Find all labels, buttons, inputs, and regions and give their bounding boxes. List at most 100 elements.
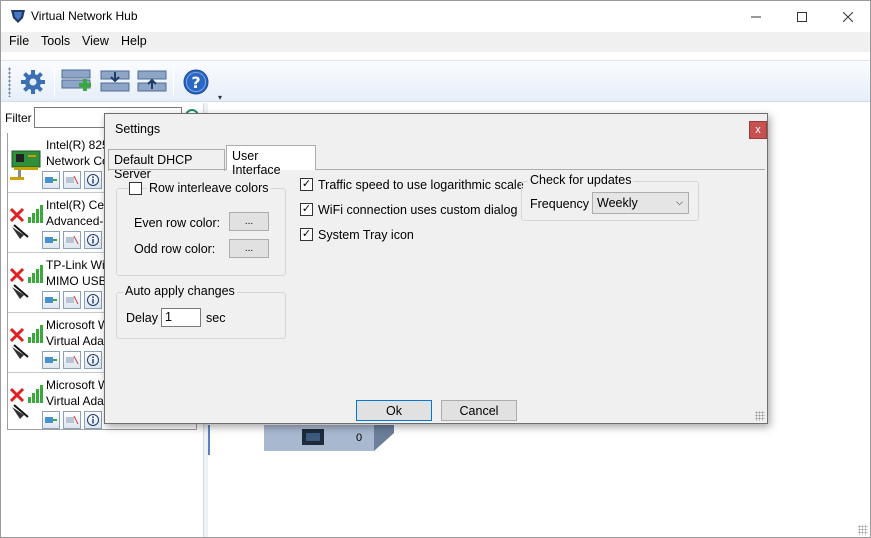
plug-connect-icon — [45, 297, 57, 303]
toolbar: ? ▾ — [1, 60, 870, 102]
info-icon — [87, 174, 99, 186]
even-row-color-button[interactable]: ... — [229, 212, 269, 231]
add-adapter-button[interactable] — [61, 66, 93, 98]
info-icon — [87, 294, 99, 306]
close-icon — [843, 11, 853, 22]
settings-button[interactable] — [17, 66, 49, 98]
resize-grip[interactable] — [858, 525, 868, 535]
check-updates-legend: Check for updates — [528, 173, 634, 187]
toolbar-separator — [54, 67, 55, 97]
disconnect-button[interactable] — [63, 351, 81, 369]
plug-connect-icon — [45, 357, 57, 363]
log-scale-checkbox[interactable]: ✓ — [300, 178, 313, 191]
import-button[interactable] — [99, 66, 131, 98]
auto-apply-group: Auto apply changes Delay 1 sec — [116, 284, 286, 339]
plug-connect-icon — [45, 177, 57, 183]
toolbar-separator — [173, 67, 174, 97]
hub-node[interactable] — [264, 425, 394, 451]
settings-dialog: Settings x Default DHCP Server User Inte… — [104, 113, 768, 424]
tab-underline — [108, 169, 765, 170]
plug-disconnect-icon — [66, 415, 79, 425]
info-button[interactable] — [84, 291, 102, 309]
info-icon — [87, 354, 99, 366]
maximize-button[interactable] — [779, 1, 825, 32]
disconnect-button[interactable] — [63, 411, 81, 429]
delay-unit: sec — [206, 311, 226, 325]
info-button[interactable] — [84, 351, 102, 369]
connection-line — [208, 425, 210, 455]
auto-apply-legend: Auto apply changes — [123, 284, 237, 298]
settings-icon — [21, 70, 45, 94]
cancel-button[interactable]: Cancel — [441, 400, 517, 421]
plug-connect-icon — [45, 417, 57, 423]
dialog-close-button[interactable]: x — [749, 121, 767, 139]
info-icon — [87, 414, 99, 426]
ok-button[interactable]: Ok — [356, 400, 432, 421]
hub-port-count: 0 — [356, 432, 363, 444]
menu-view[interactable]: View — [82, 34, 109, 48]
filter-label: Filter — [5, 111, 32, 125]
delay-label: Delay — [126, 311, 158, 325]
toolbar-overflow-button[interactable]: ▾ — [218, 93, 222, 102]
minimize-icon — [751, 16, 761, 17]
help-icon: ? — [183, 69, 209, 95]
disconnect-button[interactable] — [63, 231, 81, 249]
wifi-adapter-disconnected-icon — [10, 265, 43, 299]
info-button[interactable] — [84, 411, 102, 429]
system-tray-checkbox[interactable]: ✓ — [300, 228, 313, 241]
chevron-down-icon: ⌵ — [676, 197, 683, 207]
disconnect-button[interactable] — [63, 291, 81, 309]
network-card-icon — [10, 150, 41, 180]
disconnect-button[interactable] — [63, 171, 81, 189]
odd-row-label: Odd row color: — [134, 242, 216, 256]
connect-button[interactable] — [42, 231, 60, 249]
wifi-custom-dialog-label: WiFi connection uses custom dialog — [318, 203, 518, 217]
info-icon — [87, 234, 99, 246]
menu-help[interactable]: Help — [121, 34, 147, 48]
import-icon — [100, 70, 130, 92]
odd-row-color-button[interactable]: ... — [229, 239, 269, 258]
toolbar-grip[interactable] — [8, 67, 11, 97]
export-button[interactable] — [136, 66, 168, 98]
connect-button[interactable] — [42, 171, 60, 189]
frequency-value: Weekly — [597, 196, 638, 210]
menu-file[interactable]: File — [9, 34, 29, 48]
window-title: Virtual Network Hub — [31, 9, 138, 23]
frequency-label: Frequency — [530, 197, 590, 211]
even-row-label: Even row color: — [134, 216, 221, 230]
wifi-custom-dialog-checkbox[interactable]: ✓ — [300, 203, 313, 216]
plug-connect-icon — [45, 237, 57, 243]
plug-disconnect-icon — [66, 355, 79, 365]
tab-default-dhcp-server[interactable]: Default DHCP Server — [108, 149, 225, 181]
row-interleave-checkbox[interactable] — [129, 182, 142, 195]
check-updates-group: Check for updates Frequency Weekly ⌵ — [521, 173, 699, 221]
help-button[interactable]: ? — [180, 66, 212, 98]
menu-bar: File Tools View Help — [1, 32, 870, 52]
delay-input[interactable]: 1 — [161, 308, 201, 327]
plug-disconnect-icon — [66, 235, 79, 245]
close-button[interactable] — [825, 1, 870, 32]
export-icon — [137, 70, 167, 92]
plug-disconnect-icon — [66, 175, 79, 185]
dialog-title: Settings — [115, 122, 161, 136]
menu-tools[interactable]: Tools — [41, 34, 70, 48]
tab-user-interface[interactable]: User Interface — [226, 145, 316, 177]
frequency-select[interactable]: Weekly ⌵ — [592, 192, 689, 214]
wifi-adapter-disconnected-icon — [10, 205, 43, 239]
minimize-button[interactable] — [733, 1, 779, 32]
row-interleave-label: Row interleave colors — [147, 181, 271, 195]
info-button[interactable] — [84, 231, 102, 249]
connect-button[interactable] — [42, 411, 60, 429]
title-bar: Virtual Network Hub — [1, 1, 870, 32]
dialog-resize-grip[interactable] — [755, 411, 765, 421]
add-adapter-icon — [61, 69, 91, 91]
wifi-adapter-disconnected-icon — [10, 385, 43, 419]
row-interleave-group: Row interleave colors Even row color: ..… — [116, 181, 286, 276]
connect-button[interactable] — [42, 291, 60, 309]
app-logo-icon — [11, 10, 25, 23]
log-scale-label: Traffic speed to use logarithmic scale — [318, 178, 524, 192]
plug-disconnect-icon — [66, 295, 79, 305]
connect-button[interactable] — [42, 351, 60, 369]
info-button[interactable] — [84, 171, 102, 189]
system-tray-label: System Tray icon — [318, 228, 414, 242]
